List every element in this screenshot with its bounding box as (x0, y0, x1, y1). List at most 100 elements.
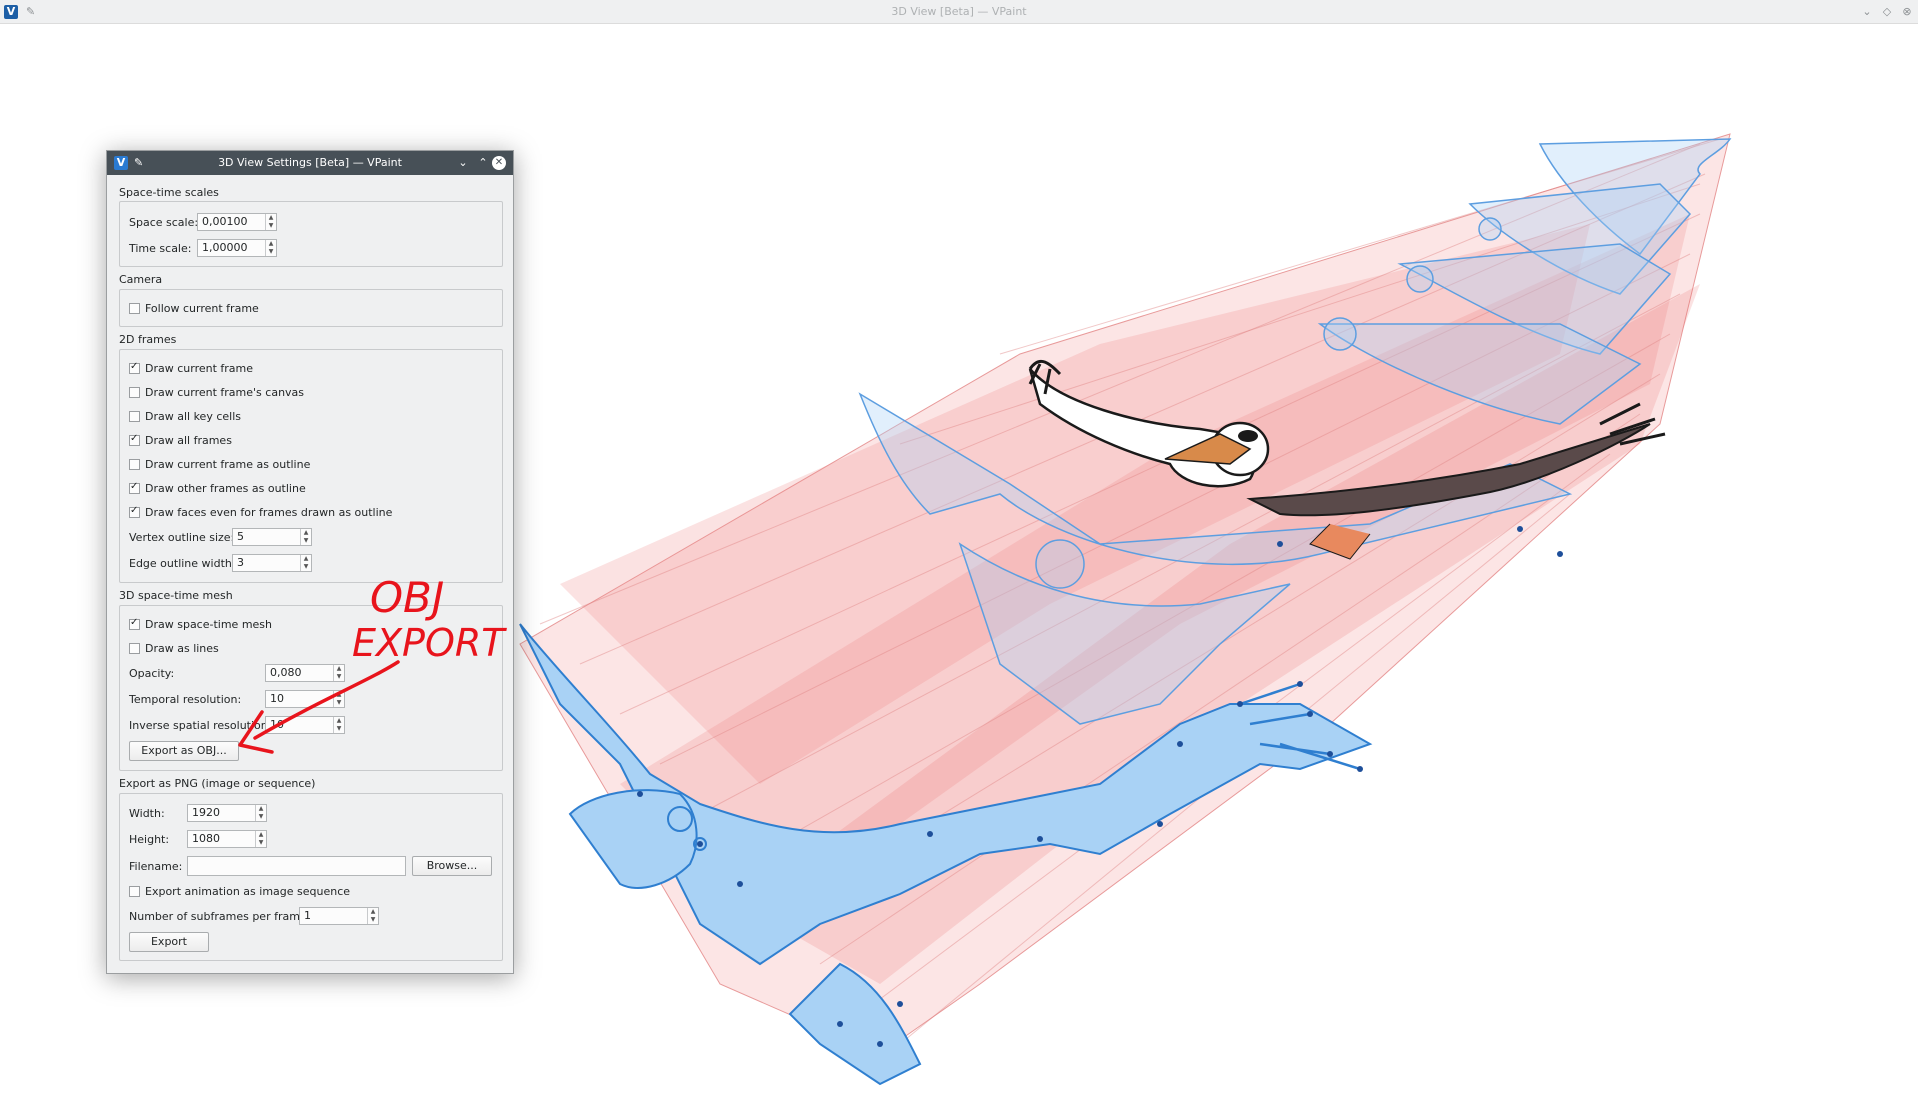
checkbox-label: Draw other frames as outline (145, 481, 306, 495)
inverse-spatial-resolution-value[interactable]: 10 (266, 717, 333, 733)
spin-arrows-icon[interactable]: ▲ ▼ (333, 691, 344, 707)
opacity-value[interactable]: 0,080 (266, 665, 333, 681)
inverse-spatial-resolution-spinbox[interactable]: 10 ▲ ▼ (265, 716, 345, 734)
temporal-resolution-spinbox[interactable]: 10 ▲ ▼ (265, 690, 345, 708)
dialog-title: 3D View Settings [Beta] — VPaint (218, 156, 402, 169)
checkbox-icon[interactable] (129, 410, 140, 422)
checkbox-label: Draw current frame (145, 361, 254, 375)
spin-arrows-icon[interactable]: ▲ ▼ (265, 214, 276, 230)
edge-outline-width-spinbox[interactable]: 3 ▲ ▼ (232, 554, 312, 572)
checkbox-icon[interactable] (129, 386, 140, 398)
close-icon[interactable]: ⊗ (1900, 5, 1914, 19)
inverse-spatial-resolution-row: Inverse spatial resolution: (129, 716, 271, 734)
subframes-label: Number of subframes per frame: (129, 909, 311, 923)
filename-input[interactable] (187, 856, 406, 876)
space-time-scales-group (119, 201, 503, 267)
draw-as-lines-checkbox[interactable]: Draw as lines (129, 639, 219, 657)
draw-other-frames-outline-checkbox[interactable]: Draw other frames as outline (129, 479, 306, 497)
export-button[interactable]: Export (129, 932, 209, 952)
checkbox-label: Draw current frame as outline (145, 457, 311, 471)
checkbox-icon[interactable] (129, 458, 140, 470)
height-spinbox[interactable]: 1080 ▲ ▼ (187, 830, 267, 848)
temporal-resolution-row: Temporal resolution: (129, 690, 241, 708)
maximize-icon[interactable]: ⌃ (476, 156, 490, 170)
minimize-icon[interactable]: ⌄ (1860, 5, 1874, 19)
vertex-outline-size-spinbox[interactable]: 5 ▲ ▼ (232, 528, 312, 546)
space-scale-label: Space scale: (129, 215, 199, 229)
width-value[interactable]: 1920 (188, 805, 255, 821)
draw-faces-outline-checkbox[interactable]: Draw faces even for frames drawn as outl… (129, 503, 392, 521)
spin-arrows-icon[interactable]: ▲ ▼ (333, 665, 344, 681)
time-scale-row: Time scale: (129, 239, 191, 257)
browse-button[interactable]: Browse... (412, 856, 492, 876)
spin-arrows-icon[interactable]: ▲ ▼ (367, 908, 378, 924)
checkbox-label: Draw as lines (145, 641, 219, 655)
draw-current-frame-outline-checkbox[interactable]: Draw current frame as outline (129, 455, 310, 473)
subframes-spinbox[interactable]: 1 ▲ ▼ (299, 907, 379, 925)
spin-arrows-icon[interactable]: ▲ ▼ (300, 529, 311, 545)
checkbox-icon[interactable] (129, 361, 140, 374)
close-icon[interactable]: ✕ (492, 156, 506, 170)
filename-row: Filename: (129, 857, 182, 875)
width-row: Width: (129, 804, 165, 822)
space-scale-spinbox[interactable]: 0,00100 ▲ ▼ (197, 213, 277, 231)
edge-outline-width-label: Edge outline width: (129, 556, 236, 570)
main-window-title: 3D View [Beta] — VPaint (891, 5, 1027, 18)
opacity-label: Opacity: (129, 666, 175, 680)
space-scale-value[interactable]: 0,00100 (198, 214, 265, 230)
checkbox-icon[interactable] (129, 642, 140, 654)
checkbox-icon[interactable] (129, 433, 140, 446)
section-camera: Camera (119, 273, 163, 286)
spin-arrows-icon[interactable]: ▲ ▼ (255, 831, 266, 847)
maximize-icon[interactable]: ◇ (1880, 5, 1894, 19)
spin-arrows-icon[interactable]: ▲ ▼ (300, 555, 311, 571)
export-as-obj-button[interactable]: Export as OBJ... (129, 741, 239, 761)
filename-label: Filename: (129, 859, 183, 873)
height-label: Height: (129, 832, 170, 846)
draw-all-key-cells-checkbox[interactable]: Draw all key cells (129, 407, 241, 425)
subframes-value[interactable]: 1 (300, 908, 367, 924)
export-sequence-checkbox[interactable]: Export animation as image sequence (129, 882, 350, 900)
checkbox-icon[interactable] (129, 481, 140, 494)
checkbox-icon[interactable] (129, 885, 140, 897)
follow-current-frame-label: Follow current frame (145, 301, 259, 315)
vertex-outline-size-value[interactable]: 5 (233, 529, 300, 545)
edge-outline-width-row: Edge outline width: (129, 554, 236, 572)
space-scale-row: Space scale: (129, 213, 198, 231)
temporal-resolution-value[interactable]: 10 (266, 691, 333, 707)
section-3d-mesh: 3D space-time mesh (119, 589, 233, 602)
checkbox-label: Draw all key cells (145, 409, 241, 423)
follow-current-frame-checkbox[interactable]: Follow current frame (129, 299, 259, 317)
edge-outline-width-value[interactable]: 3 (233, 555, 300, 571)
height-row: Height: (129, 830, 169, 848)
draw-all-frames-checkbox[interactable]: Draw all frames (129, 431, 232, 449)
dialog-titlebar[interactable]: V ✎ 3D View Settings [Beta] — VPaint ⌄ ⌃… (107, 151, 513, 175)
minimize-icon[interactable]: ⌄ (456, 156, 470, 170)
inverse-spatial-resolution-label: Inverse spatial resolution: (129, 718, 272, 732)
checkbox-label: Export animation as image sequence (145, 884, 351, 898)
section-space-time-scales: Space-time scales (119, 186, 219, 199)
spin-arrows-icon[interactable]: ▲ ▼ (255, 805, 266, 821)
height-value[interactable]: 1080 (188, 831, 255, 847)
draw-current-frame-canvas-checkbox[interactable]: Draw current frame's canvas (129, 383, 304, 401)
time-scale-spinbox[interactable]: 1,00000 ▲ ▼ (197, 239, 277, 257)
subframes-row: Number of subframes per frame: (129, 907, 310, 925)
checkbox-icon[interactable] (129, 617, 140, 630)
checkbox-label: Draw space-time mesh (145, 617, 272, 631)
section-export-png: Export as PNG (image or sequence) (119, 777, 316, 790)
checkbox-label: Draw current frame's canvas (145, 385, 305, 399)
checkbox-icon[interactable] (129, 302, 140, 314)
temporal-resolution-label: Temporal resolution: (129, 692, 242, 706)
checkbox-icon[interactable] (129, 505, 140, 518)
time-scale-value[interactable]: 1,00000 (198, 240, 265, 256)
draw-current-frame-checkbox[interactable]: Draw current frame (129, 359, 253, 377)
vertex-outline-size-label: Vertex outline size: (129, 530, 235, 544)
spin-arrows-icon[interactable]: ▲ ▼ (333, 717, 344, 733)
width-spinbox[interactable]: 1920 ▲ ▼ (187, 804, 267, 822)
spin-arrows-icon[interactable]: ▲ ▼ (265, 240, 276, 256)
opacity-row: Opacity: (129, 664, 174, 682)
draw-space-time-mesh-checkbox[interactable]: Draw space-time mesh (129, 615, 272, 633)
opacity-spinbox[interactable]: 0,080 ▲ ▼ (265, 664, 345, 682)
vertex-outline-size-row: Vertex outline size: (129, 528, 234, 546)
settings-dialog: V ✎ 3D View Settings [Beta] — VPaint ⌄ ⌃… (106, 150, 514, 974)
